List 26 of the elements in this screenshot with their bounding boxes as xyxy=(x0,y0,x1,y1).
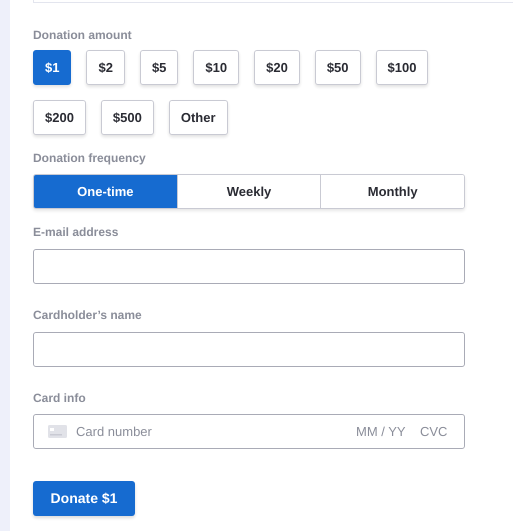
frequency-tab[interactable]: Weekly xyxy=(176,175,320,208)
amount-button[interactable]: $100 xyxy=(376,50,428,85)
amount-button[interactable]: $50 xyxy=(314,50,361,85)
frequency-tab[interactable]: Monthly xyxy=(320,175,464,208)
amount-button[interactable]: $20 xyxy=(254,50,300,85)
field-label: E-mail address xyxy=(33,224,118,241)
donate-button[interactable]: Donate $1 xyxy=(33,481,135,516)
amount-button[interactable]: $10 xyxy=(193,50,240,85)
field-label: Donation amount xyxy=(33,27,132,44)
field-label: Cardholder’s name xyxy=(33,307,142,324)
expiry-input[interactable]: MM / YY xyxy=(356,422,411,442)
email-field[interactable] xyxy=(33,249,465,284)
amount-button[interactable]: $500 xyxy=(100,100,154,135)
card-number-input[interactable]: Card number xyxy=(76,422,347,442)
name-field[interactable] xyxy=(33,332,465,367)
field-label: Donation frequency xyxy=(33,150,146,167)
amount-button[interactable]: $5 xyxy=(140,50,178,85)
field-label: Card info xyxy=(33,390,86,407)
frequency-tab[interactable]: One-time xyxy=(34,175,177,208)
amount-button[interactable]: $200 xyxy=(33,100,86,135)
amount-button[interactable]: $1 xyxy=(33,50,72,85)
card-icon xyxy=(48,425,67,438)
amount-button[interactable]: $2 xyxy=(86,50,125,85)
amount-button[interactable]: Other xyxy=(168,100,228,135)
card-field[interactable]: Card number MM / YY CVC xyxy=(33,414,465,449)
cvc-input[interactable]: CVC xyxy=(420,422,450,442)
